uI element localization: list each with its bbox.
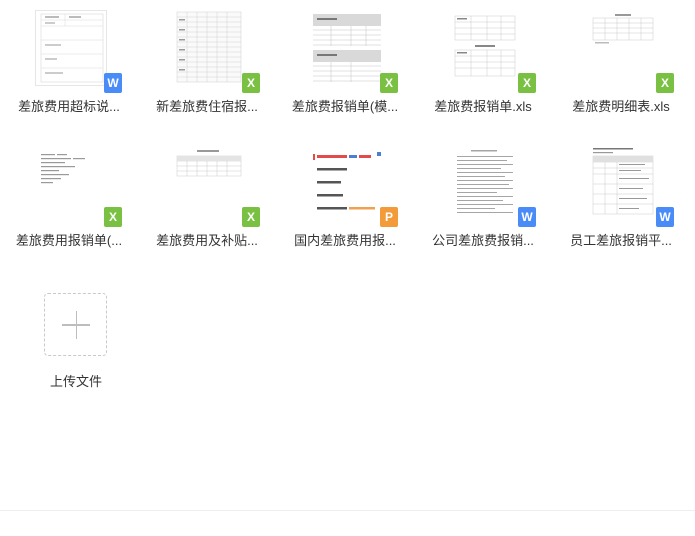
file-name: 差旅费用及补贴... [156,233,258,248]
file-name: 公司差旅费报销... [432,233,534,248]
file-name: 差旅费明细表.xls [572,99,670,114]
file-name: 国内差旅费用报... [294,233,396,248]
file-tile[interactable]: X 新差旅费住宿报... [138,0,276,128]
word-icon: W [656,207,674,227]
file-tile[interactable]: X 差旅费用及补贴... [138,134,276,262]
file-tile[interactable]: W 差旅费用超标说... [0,0,138,128]
file-name: 差旅费用超标说... [18,99,120,114]
excel-icon: X [380,73,398,93]
file-tile[interactable]: X 差旅费明细表.xls [552,0,690,128]
excel-icon: X [242,207,260,227]
file-name: 差旅费用报销单(... [15,233,123,248]
file-thumbnail [449,144,521,220]
file-tile[interactable]: X 差旅费报销单(模... [276,0,414,128]
file-name: 新差旅费住宿报... [156,99,258,114]
file-thumbnail [449,10,521,86]
file-name: 差旅费报销单(模... [291,99,399,114]
file-tile[interactable]: X 差旅费用报销单(... [0,134,138,262]
file-tile[interactable]: W 公司差旅费报销... [414,134,552,262]
upload-label[interactable]: 上传文件 [20,371,132,390]
file-thumbnail [35,10,107,86]
footer-divider [0,510,695,511]
file-tile[interactable]: W 员工差旅报销平... [552,134,690,262]
ppt-icon: P [380,207,398,227]
file-thumbnail [173,144,245,220]
file-thumbnail [587,10,659,86]
file-name: 员工差旅报销平... [570,233,672,248]
file-thumbnail [311,144,383,220]
excel-icon: X [242,73,260,93]
upload-button[interactable] [44,293,107,356]
file-thumbnail [173,10,245,86]
excel-icon: X [518,73,536,93]
word-icon: W [518,207,536,227]
file-thumbnail [587,144,659,220]
file-name: 差旅费报销单.xls [434,99,532,114]
excel-icon: X [656,73,674,93]
file-thumbnail [311,10,383,86]
file-tile[interactable]: X 差旅费报销单.xls [414,0,552,128]
file-thumbnail [35,144,107,220]
word-icon: W [104,73,122,93]
plus-icon [75,311,77,339]
file-tile[interactable]: P 国内差旅费用报... [276,134,414,262]
excel-icon: X [104,207,122,227]
